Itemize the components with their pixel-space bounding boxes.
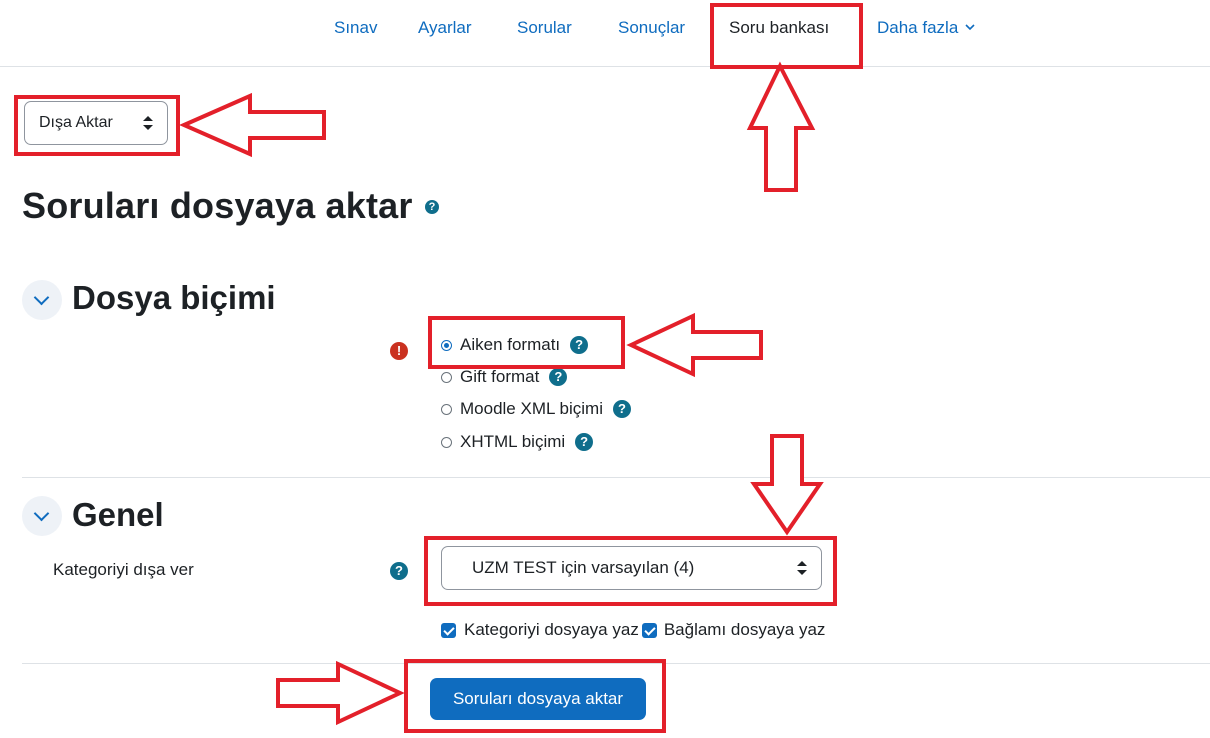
arrow-left-icon [179,92,326,158]
radio-xhtml[interactable] [441,436,452,448]
question-circle-icon[interactable]: ? [425,200,439,214]
arrow-down-icon [750,434,824,536]
annotation-box [14,95,180,156]
format-option-xhtml[interactable]: XHTML biçimi ? [441,432,594,452]
nav-tab-ayarlar[interactable]: Ayarlar [418,18,472,38]
question-circle-icon[interactable]: ? [390,562,408,580]
nav-divider [0,66,1210,67]
format-option-label: Moodle XML biçimi [460,399,603,418]
format-option-gift[interactable]: Gift format ? [441,367,568,387]
format-option-moodle-xml[interactable]: Moodle XML biçimi ? [441,399,631,419]
arrow-left-icon [626,312,763,378]
nav-tab-sinav[interactable]: Sınav [334,18,377,38]
annotation-box [404,659,666,733]
exclamation-circle-icon: ! [390,342,408,360]
radio-gift[interactable] [441,371,452,383]
nav-tab-sonuclar[interactable]: Sonuçlar [618,18,685,38]
annotation-box [428,316,625,369]
checkbox-context-label: Bağlamı dosyaya yaz [663,620,826,639]
nav-more-menu[interactable]: Daha fazla [877,18,975,38]
collapse-general-button[interactable] [22,496,62,536]
section-divider [22,477,1210,478]
annotation-box [424,536,837,606]
nav-more-label: Daha fazla [877,18,959,37]
format-option-label: XHTML biçimi [460,432,566,451]
checkbox-category[interactable] [441,622,456,638]
arrow-right-icon [276,660,405,726]
nav-tab-sorular[interactable]: Sorular [517,18,572,38]
checkbox-category-label: Kategoriyi dosyaya yaz [464,620,639,639]
checkbox-group: Kategoriyi dosyaya yaz Bağlamı dosyaya y… [441,620,825,640]
arrow-up-icon [746,61,816,192]
category-label: Kategoriyi dışa ver [53,560,194,579]
annotation-box [710,3,863,69]
collapse-format-button[interactable] [22,280,62,320]
chevron-down-icon [965,24,975,31]
checkbox-context[interactable] [641,622,657,638]
format-option-label: Gift format [460,367,540,386]
page-title-text: Soruları dosyaya aktar [22,185,413,226]
section-title-format: Dosya biçimi [72,279,276,316]
question-circle-icon[interactable]: ? [612,400,631,418]
section-title-general: Genel [72,496,164,533]
radio-moodle-xml[interactable] [441,403,452,415]
page-title: Soruları dosyaya aktar [22,185,413,227]
question-circle-icon[interactable]: ? [575,433,594,451]
question-circle-icon[interactable]: ? [549,368,568,386]
